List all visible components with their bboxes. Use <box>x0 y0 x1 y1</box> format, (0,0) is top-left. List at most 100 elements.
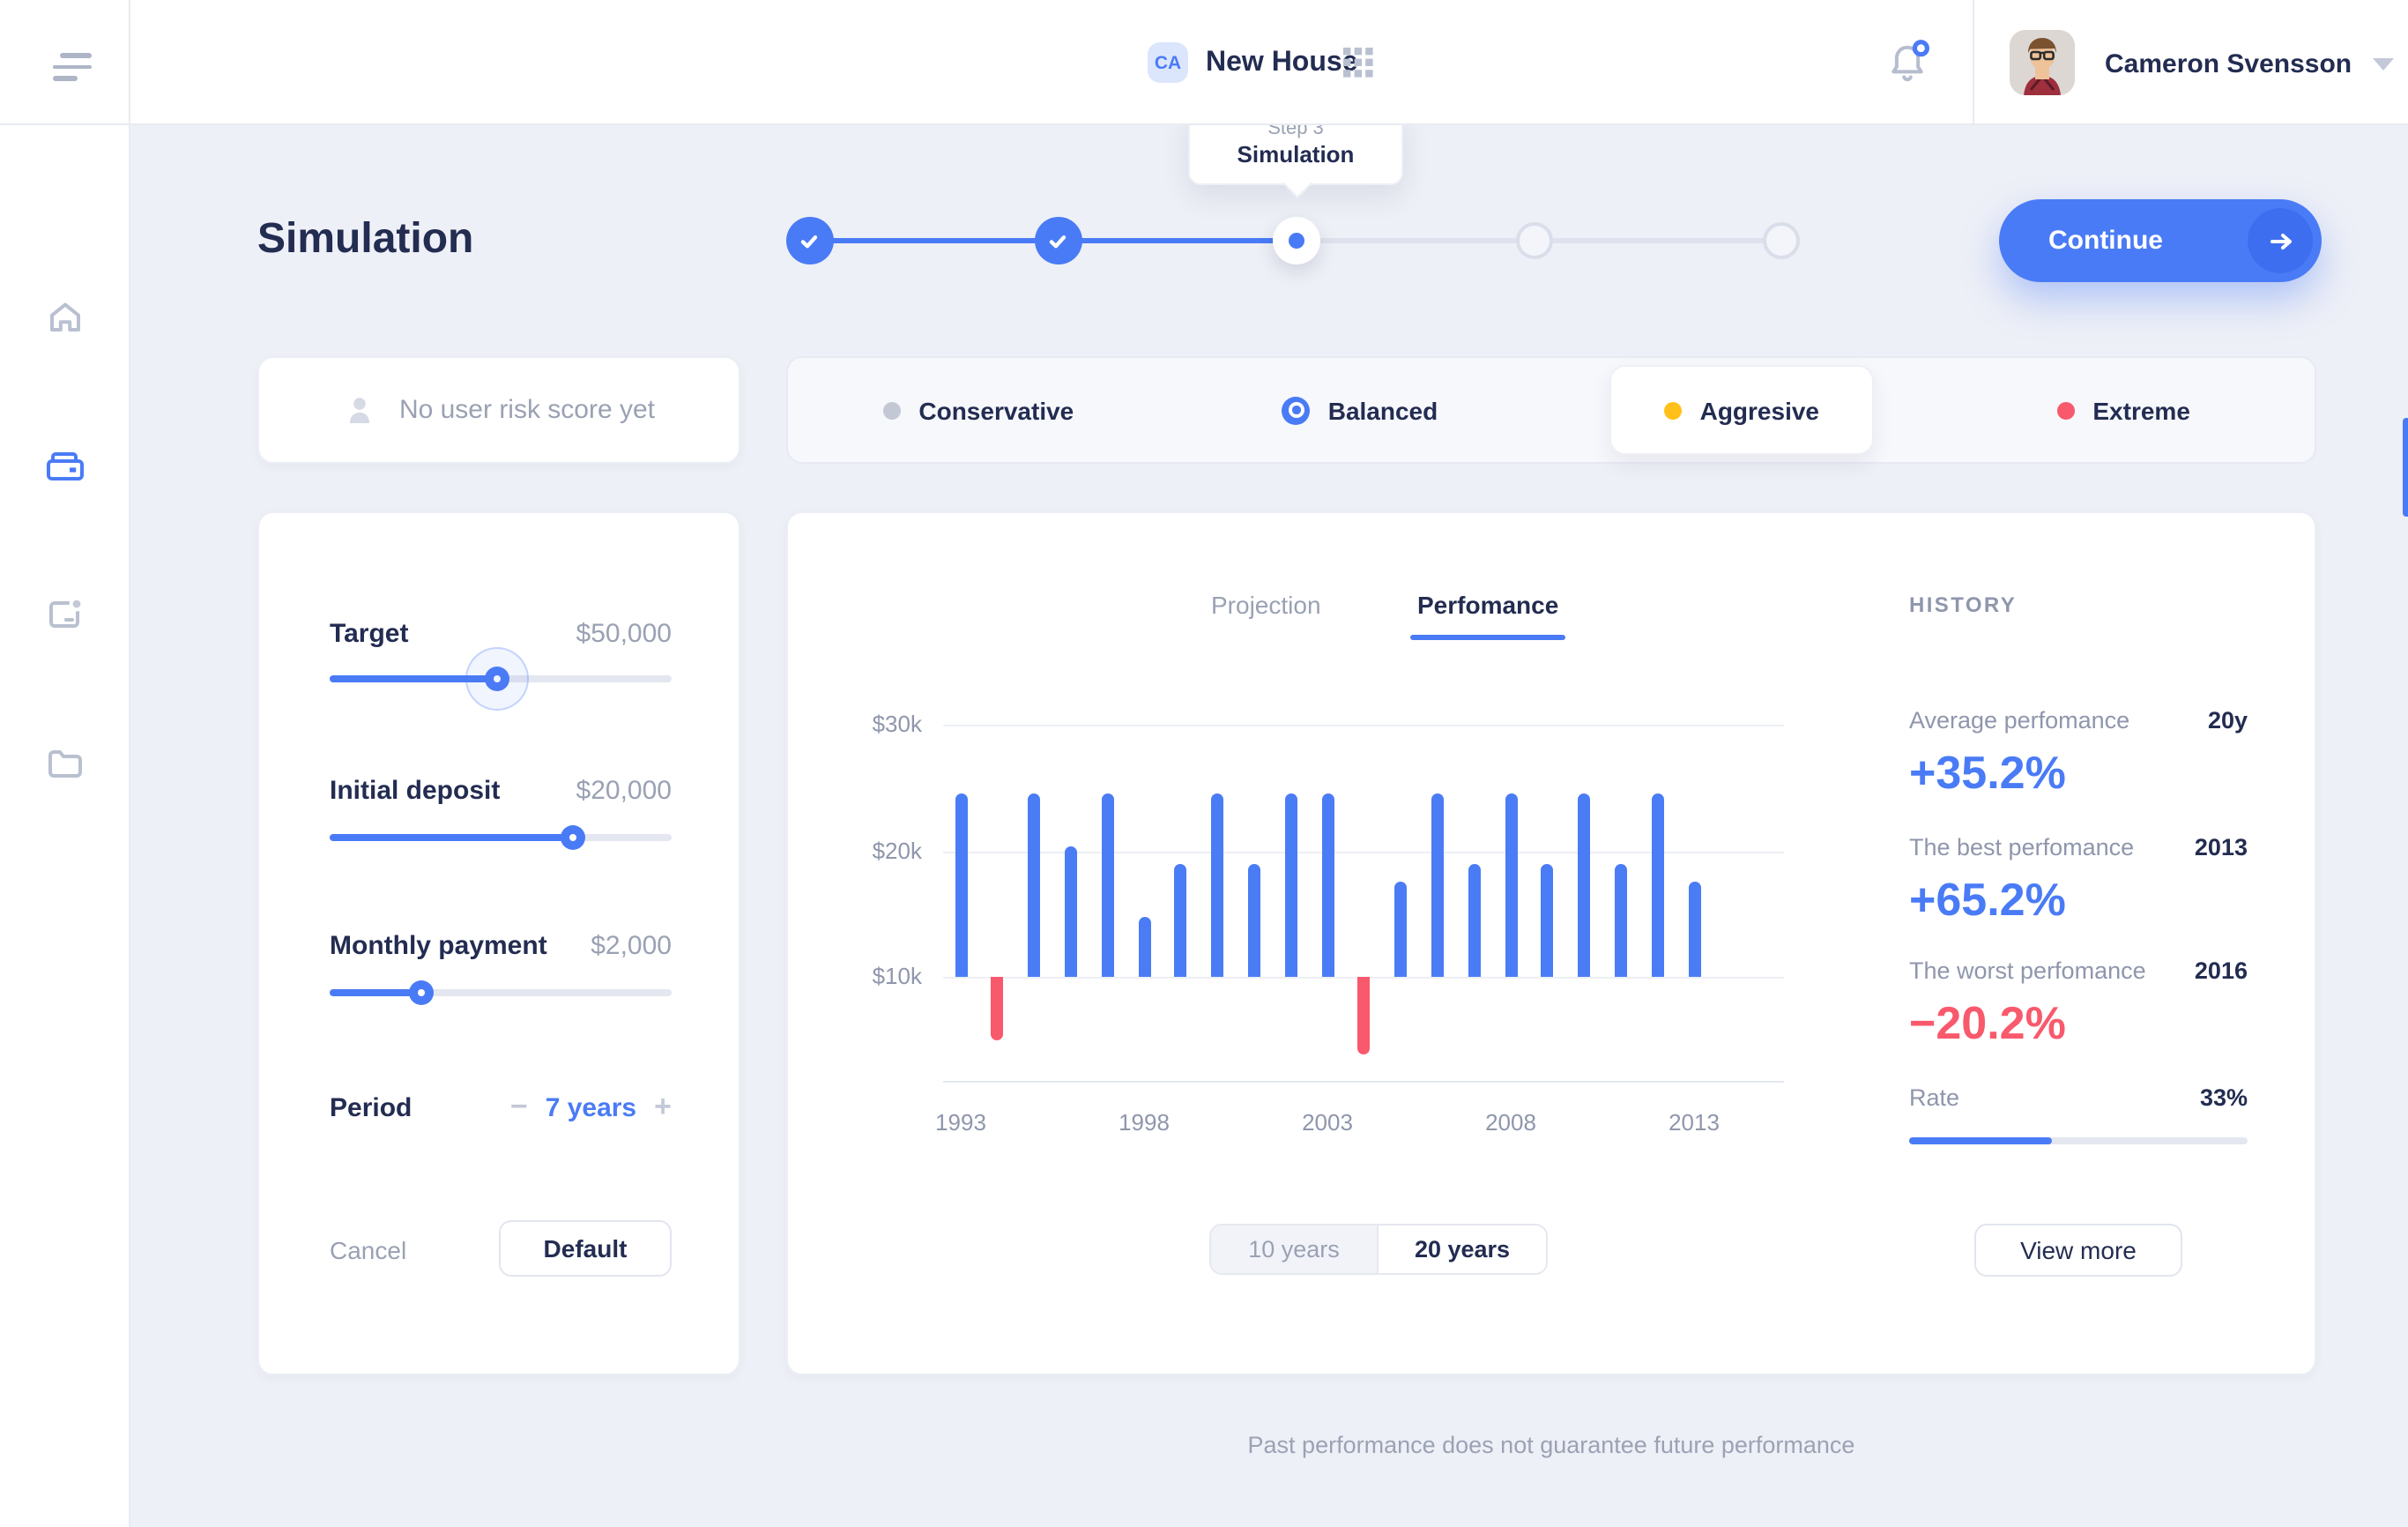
period-value: 7 years <box>546 1092 636 1122</box>
chart-bar <box>1138 918 1150 977</box>
x-axis-line <box>943 1081 1784 1083</box>
default-button[interactable]: Default <box>499 1220 672 1277</box>
x-axis-label: 2008 <box>1475 1109 1546 1136</box>
chart-bar <box>1175 865 1187 977</box>
sidebar-item-wallet[interactable] <box>0 418 129 517</box>
sidebar-item-home[interactable] <box>0 268 129 367</box>
user-name[interactable]: Cameron Svensson <box>2105 49 2352 79</box>
check-icon <box>1045 228 1070 253</box>
target-slider[interactable] <box>330 667 672 691</box>
initial-deposit-slider[interactable] <box>330 825 672 850</box>
history-title: HISTORY <box>1909 592 2017 617</box>
notifications-button[interactable] <box>1883 39 1932 97</box>
active-tab-underline <box>1410 635 1565 640</box>
period-label: Period <box>330 1092 412 1122</box>
conservative-dot-icon <box>883 401 901 419</box>
chart-bar <box>1505 793 1517 977</box>
page-title: Simulation <box>257 215 473 264</box>
extreme-dot-icon <box>2057 401 2075 419</box>
risk-option-conservative[interactable]: Conservative <box>788 358 1170 462</box>
disclaimer-text: Past performance does not guarantee futu… <box>786 1432 2316 1458</box>
chart-bar <box>1615 863 1627 977</box>
rate-progress-fill <box>1909 1137 2051 1144</box>
worst-performance-meta: 2016 <box>2195 957 2248 984</box>
risk-option-label: Conservative <box>918 396 1074 424</box>
chart-bar <box>992 977 1004 1040</box>
aggresive-card[interactable]: Aggresive <box>1609 365 1874 455</box>
avg-performance-meta: 20y <box>2208 707 2248 734</box>
person-icon <box>343 392 378 428</box>
risk-option-aggresive[interactable]: Aggresive <box>1550 358 1933 462</box>
range-toggle: 10 years 20 years <box>1209 1224 1548 1275</box>
sidebar-item-reports[interactable] <box>0 564 129 663</box>
slider-thumb[interactable] <box>410 980 435 1005</box>
initial-deposit-value: $20,000 <box>576 776 672 806</box>
slider-thumb[interactable] <box>485 667 509 691</box>
header-divider <box>1973 0 1974 125</box>
period-increase-button[interactable]: + <box>654 1090 672 1125</box>
period-decrease-button[interactable]: − <box>510 1090 528 1125</box>
check-icon <box>797 228 821 253</box>
chart-bar <box>1101 793 1113 977</box>
y-gridline <box>943 725 1784 726</box>
chart-bar <box>1651 793 1663 977</box>
best-performance-meta: 2013 <box>2195 834 2248 860</box>
risk-option-extreme[interactable]: Extreme <box>1933 358 2315 462</box>
step-4-upcoming[interactable] <box>1515 222 1552 259</box>
x-axis-label: 2013 <box>1659 1109 1729 1136</box>
risk-option-label: Balanced <box>1328 396 1438 424</box>
target-value: $50,000 <box>576 619 672 649</box>
step-1-done[interactable] <box>785 217 833 264</box>
best-performance-value: +65.2% <box>1909 873 2066 927</box>
avg-performance-label: Average perfomance <box>1909 707 2129 734</box>
tab-projection[interactable]: Projection <box>1211 591 1321 619</box>
project-name: New House <box>1206 48 1358 79</box>
notification-badge <box>1914 42 1927 55</box>
risk-option-label: Extreme <box>2092 396 2190 424</box>
avg-performance-value: +35.2% <box>1909 746 2066 801</box>
risk-option-label: Aggresive <box>1700 396 1819 424</box>
target-label: Target <box>330 619 408 649</box>
chart-bar <box>1248 865 1260 977</box>
range-10-years[interactable]: 10 years <box>1211 1225 1379 1273</box>
folder-icon <box>43 742 85 785</box>
arrow-right-icon <box>2248 208 2313 273</box>
risk-option-balanced[interactable]: Balanced <box>1170 358 1551 462</box>
hamburger-icon[interactable] <box>53 53 92 80</box>
cancel-button[interactable]: Cancel <box>330 1236 406 1264</box>
report-icon <box>43 592 85 635</box>
apps-grid-icon[interactable] <box>1343 48 1373 86</box>
app-root: CA New House Cameron <box>0 0 2408 1527</box>
tab-perfomance[interactable]: Perfomance <box>1417 591 1558 619</box>
range-20-years[interactable]: 20 years <box>1379 1225 1546 1273</box>
chart-bar <box>1065 847 1077 977</box>
initial-deposit-label: Initial deposit <box>330 776 500 806</box>
chart-bar <box>1028 793 1040 977</box>
caret-down-icon[interactable] <box>2373 58 2394 71</box>
y-axis-label: $20k <box>841 837 922 863</box>
view-more-button[interactable]: View more <box>1974 1224 2182 1277</box>
performance-card: Projection Perfomance HISTORY $30k$20k$1… <box>786 511 2316 1375</box>
chart-bar <box>1688 881 1700 977</box>
sidebar-active-indicator <box>2403 418 2408 517</box>
chart-bar <box>1394 881 1407 977</box>
risk-options-bar: Conservative Balanced Aggresive Extreme <box>786 356 2316 464</box>
chart-bar <box>1211 793 1223 977</box>
step-5-upcoming[interactable] <box>1762 222 1799 259</box>
chart-bar <box>1321 793 1334 977</box>
continue-button[interactable]: Continue <box>1999 199 2322 282</box>
chart-bar <box>1578 793 1590 977</box>
risk-score-card: No user risk score yet <box>257 356 740 464</box>
chart-bar <box>1468 863 1480 977</box>
monthly-payment-slider[interactable] <box>330 980 672 1005</box>
slider-thumb[interactable] <box>560 825 584 850</box>
worst-performance-value: −20.2% <box>1909 996 2066 1051</box>
chart-bar <box>1358 977 1371 1055</box>
step-2-done[interactable] <box>1034 217 1081 264</box>
avatar[interactable] <box>2010 30 2075 95</box>
simulation-settings-panel: Target $50,000 Initial deposit $20,000 M… <box>257 511 740 1375</box>
y-axis-label: $10k <box>841 963 922 989</box>
sidebar-item-files[interactable] <box>0 714 129 813</box>
step-3-current[interactable] <box>1272 217 1319 264</box>
rate-value: 33% <box>2200 1084 2248 1111</box>
